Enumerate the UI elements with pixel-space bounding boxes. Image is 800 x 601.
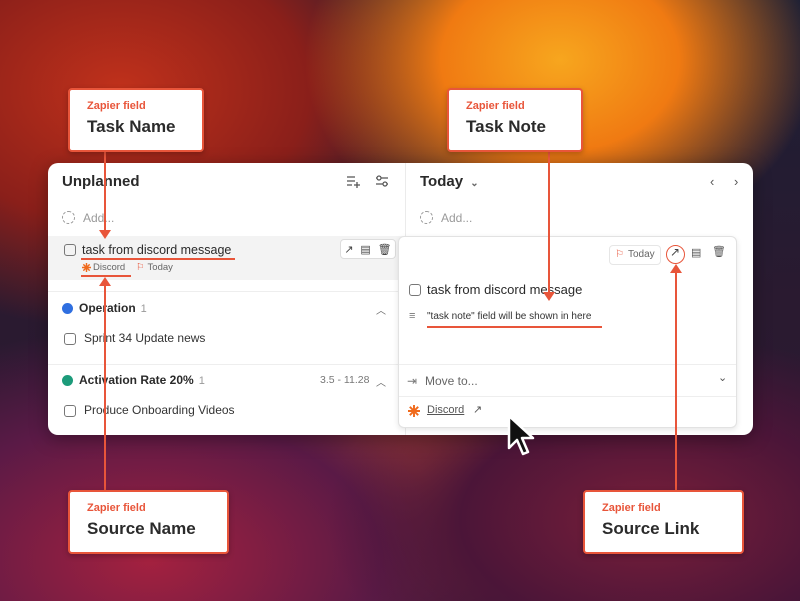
arrow-up-icon	[99, 277, 111, 286]
callout-source-name: Zapier field Source Name	[68, 490, 229, 554]
divider	[399, 396, 736, 397]
callout-label: Task Name	[87, 117, 176, 136]
note-lines-icon: ≡	[409, 310, 416, 322]
today-title[interactable]: Today ⌄	[420, 173, 479, 190]
group-activation-rate[interactable]: Activation Rate 20% 1	[62, 373, 205, 387]
unplanned-title: Unplanned	[62, 173, 140, 190]
group-progress-icon	[62, 375, 73, 387]
open-link-icon[interactable]: ↗	[344, 243, 353, 256]
prev-day-icon[interactable]: ‹	[710, 174, 714, 189]
add-task-label: Add...	[441, 210, 473, 225]
add-task-label: Add...	[83, 210, 115, 225]
group-count: 1	[140, 303, 147, 315]
connector-line	[104, 149, 106, 233]
date-tag-label: Today	[147, 262, 173, 273]
add-circle-icon	[62, 211, 75, 225]
add-task-row[interactable]: Add...	[62, 210, 114, 225]
connector-line	[548, 149, 550, 293]
date-tag: ⚐ Today	[136, 262, 173, 273]
arrow-down-icon	[99, 230, 111, 239]
date-chip[interactable]: ⚐ Today	[609, 245, 661, 265]
collapse-chevron-icon[interactable]: ︿	[376, 302, 386, 317]
callout-source-link: Zapier field Source Link	[583, 490, 744, 554]
callout-label: Task Note	[466, 117, 546, 136]
callout-kicker: Zapier field	[87, 100, 146, 112]
filter-settings-icon[interactable]	[373, 174, 391, 192]
list-item[interactable]: Sprint 34 Update news	[64, 331, 205, 345]
chevron-down-icon: ⌄	[470, 178, 479, 189]
external-link-icon[interactable]: ↗	[473, 403, 482, 416]
task-title: task from discord message	[82, 243, 232, 257]
task-detail-card: ⚐ Today ↗ ▤ 🗑 task from discord message ≡…	[398, 236, 737, 428]
callout-label: Source Name	[87, 519, 196, 538]
collapse-chevron-icon[interactable]: ︿	[376, 374, 386, 389]
task-note-highlight	[427, 326, 602, 328]
source-link[interactable]: Discord	[427, 404, 464, 416]
item-label: Sprint 34 Update news	[84, 331, 206, 345]
connector-line	[675, 272, 677, 490]
today-title-label: Today	[420, 173, 464, 190]
task-app-window: Unplanned Add... task from discord messa…	[48, 163, 753, 435]
arrow-down-icon	[543, 292, 555, 301]
next-day-icon[interactable]: ›	[734, 174, 738, 189]
discord-icon	[82, 263, 91, 273]
connector-line	[104, 286, 106, 490]
task-name-highlight	[81, 258, 235, 260]
task-checkbox[interactable]	[64, 244, 76, 256]
unplanned-column: Unplanned Add... task from discord messa…	[48, 163, 405, 435]
trash-icon[interactable]: 🗑	[712, 245, 726, 258]
archive-icon[interactable]: ▤	[360, 243, 370, 256]
arrow-up-icon	[670, 264, 682, 273]
source-tag-label: Discord	[93, 262, 126, 273]
callout-label: Source Link	[602, 519, 700, 538]
group-count: 1	[198, 375, 205, 387]
divider	[48, 364, 405, 365]
flag-icon: ⚐	[615, 249, 624, 260]
date-chip-label: Today	[627, 249, 655, 260]
callout-kicker: Zapier field	[87, 502, 146, 514]
open-link-icon[interactable]: ↗	[670, 245, 680, 259]
task-checkbox[interactable]	[64, 332, 76, 345]
callout-kicker: Zapier field	[602, 502, 661, 514]
trash-icon[interactable]: 🗑	[378, 243, 392, 256]
source-tag: Discord	[82, 262, 125, 273]
group-date-range: 3.5 - 11.28	[320, 374, 370, 386]
chevron-down-icon[interactable]: ⌄	[718, 371, 727, 384]
task-note[interactable]: "task note" field will be shown in here	[427, 311, 591, 322]
callout-kicker: Zapier field	[466, 100, 525, 112]
add-circle-icon	[420, 211, 433, 225]
divider	[48, 291, 405, 292]
move-to-dropdown[interactable]: Move to...	[425, 374, 478, 388]
callout-task-name: Zapier field Task Name	[68, 88, 204, 152]
task-checkbox[interactable]	[409, 284, 421, 296]
add-list-icon[interactable]	[344, 174, 362, 192]
list-item[interactable]: Produce Onboarding Videos	[64, 403, 235, 417]
discord-icon	[408, 404, 420, 422]
group-name: Activation Rate 20%	[79, 373, 194, 387]
flag-icon: ⚐	[136, 262, 145, 273]
group-name: Operation	[79, 301, 136, 315]
archive-icon[interactable]: ▤	[691, 246, 701, 259]
callout-task-note: Zapier field Task Note	[447, 88, 583, 152]
task-checkbox[interactable]	[64, 404, 76, 417]
divider	[399, 364, 736, 365]
group-progress-icon	[62, 303, 73, 315]
item-label: Produce Onboarding Videos	[84, 403, 235, 417]
detail-task-title[interactable]: task from discord message	[427, 282, 582, 297]
move-to-icon: ⇥	[407, 374, 418, 388]
task-row-toolbar: ↗ ▤ 🗑	[340, 239, 396, 259]
add-task-row[interactable]: Add...	[420, 210, 472, 225]
mouse-cursor-icon	[507, 414, 539, 465]
